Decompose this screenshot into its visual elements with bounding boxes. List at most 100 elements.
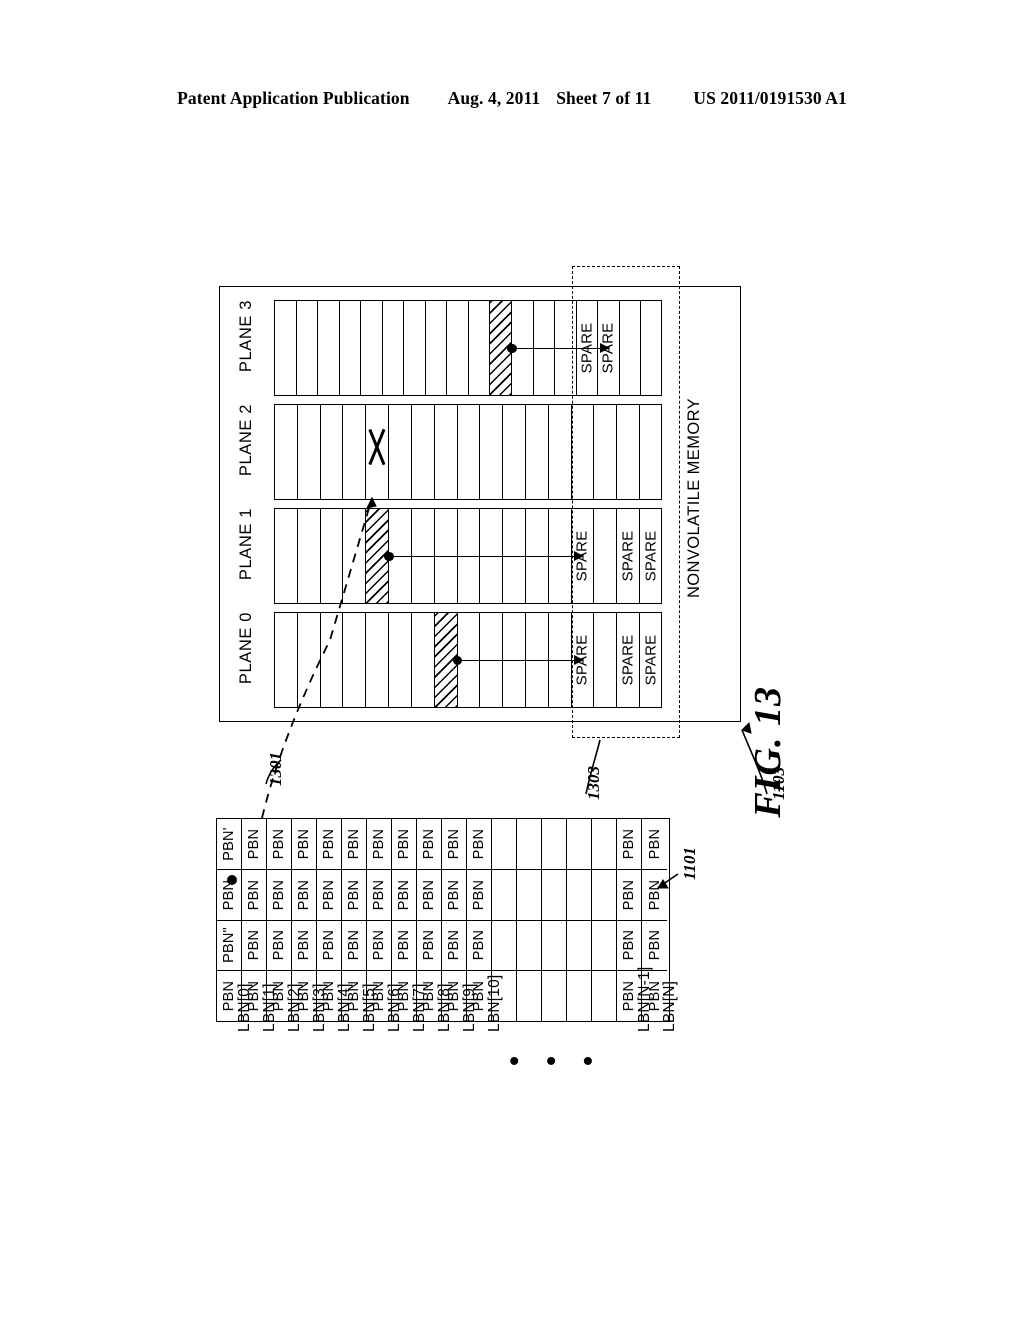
block-cell [298,613,321,707]
pbn-cell-label: PBN [621,879,637,910]
pbn-cell [517,921,541,972]
pbn-cell: PBN [442,921,466,972]
pbn-cell-label: PBN [296,828,312,860]
remap-pointer-arrow [452,655,585,666]
lbn-row-label: LBN[9] [461,983,478,1032]
pbn-cell: PBN [342,819,366,870]
pbn-cell-label: PBN [446,828,462,860]
block-cell [343,613,367,707]
pbn-cell: PBN [442,819,466,870]
pbn-cell: PBN [392,921,416,972]
block-cell [412,613,435,707]
pbn-cell-label: PBN [371,828,387,860]
pbn-cell-label: PBN [621,828,637,860]
plane-label: PLANE 1 [237,508,255,581]
pbn-cell-label: PBN [221,980,237,1012]
pbn-cell [567,971,591,1021]
block-cell [340,301,362,395]
pbn-cell: PBN [267,870,291,921]
pbn-cell: PBN [242,921,266,972]
pbn-cell: PBN [267,819,291,870]
pbn-cell-label: PBN [396,879,412,910]
block-cell [404,301,426,395]
pbn-cell: PBN [342,870,366,921]
pbn-cell: PBN [467,819,491,870]
plane-label: PLANE 0 [237,612,255,685]
header-sheet: Sheet 7 of 11 [556,88,652,108]
pbn-cell-label: PBN [246,828,262,860]
lbn-row-label: LBN[N] [661,980,678,1032]
lbn-row-label: LBN[4] [336,983,353,1032]
pbn-cell-label: PBN [471,828,487,860]
pbn-cell: PBN [367,819,391,870]
pbn-cell-label: PBN [421,930,437,961]
pbn-cell: PBN [317,921,341,972]
pbn-cell-label: PBN [371,879,387,910]
block-cell [297,301,319,395]
pbn-cell-label: PBN [271,879,287,910]
table-row [542,819,567,1021]
lbn-row-label: LBN[8] [436,983,453,1032]
pbn-cell: PBN" [217,921,241,972]
pbn-cell: PBN [242,819,266,870]
pbn-cell: PBN [317,870,341,921]
block-cell [361,301,383,395]
ref-1301: 1301 [266,752,285,786]
pbn-cell-label: PBN [446,879,462,910]
pbn-cell-label: PBN [221,879,237,910]
pbn-cell: PBN' [217,819,241,870]
block-cell [447,301,469,395]
pbn-cell: PBN [242,870,266,921]
lbn-row-label: LBN[3] [311,983,328,1032]
pbn-cell [567,819,591,870]
table-row [567,819,592,1021]
ref-1101: 1101 [680,846,699,880]
block-cell [298,509,321,603]
block-cell [383,301,405,395]
pbn-cell: PBN [392,819,416,870]
pbn-cell: PBN [467,921,491,972]
pbn-cell: PBN [367,870,391,921]
pbn-cell [567,870,591,921]
pbn-cell-label: PBN [321,828,337,860]
lbn-row-label: LBN[2] [286,983,303,1032]
pbn-cell: PBN [617,921,641,972]
block-cell [389,405,412,499]
pbn-cell [592,921,616,972]
block-cell [480,405,504,499]
lbn-row-label: LBN[0] [236,983,253,1032]
pbn-cell-label: PBN [646,930,663,961]
block-cell [469,301,491,395]
pbn-cell-label: PBN [271,828,287,860]
pbn-cell: PBN [642,819,667,870]
pbn-cell-label: PBN [621,980,637,1012]
pbn-cell: PBN [642,921,667,972]
pbn-cell-label: PBN [421,879,437,910]
block-cell [458,405,481,499]
plane-label: PLANE 3 [237,300,255,373]
pbn-cell [492,870,516,921]
spare-region-outline [572,266,680,738]
pbn-cell [542,870,566,921]
pbn-cell [492,819,516,870]
block-cell [549,405,572,499]
pbn-cell: PBN [292,921,316,972]
block-cell [321,613,344,707]
pbn-cell [542,921,566,972]
nonvolatile-memory-label: NONVOLATILE MEMORY [685,398,703,599]
header-date: Aug. 4, 2011 [447,88,541,108]
pbn-cell-label: PBN [271,930,287,961]
publication-header: Patent Application Publication Aug. 4, 2… [0,88,1024,109]
pbn-cell-label: PBN [371,930,387,961]
pbn-cell: PBN [417,819,441,870]
plane-label: PLANE 2 [237,404,255,477]
pbn-cell-label: PBN [396,828,412,860]
block-cell [318,301,340,395]
lbn-row-label: LBN[N-1] [636,966,653,1032]
block-cell [275,301,297,395]
failed-block-cell [366,405,390,499]
pbn-cell [592,819,616,870]
lbn-row-label: LBN[6] [386,983,403,1032]
pbn-cell-label: PBN [421,828,437,860]
pbn-cell: PBN [392,870,416,921]
